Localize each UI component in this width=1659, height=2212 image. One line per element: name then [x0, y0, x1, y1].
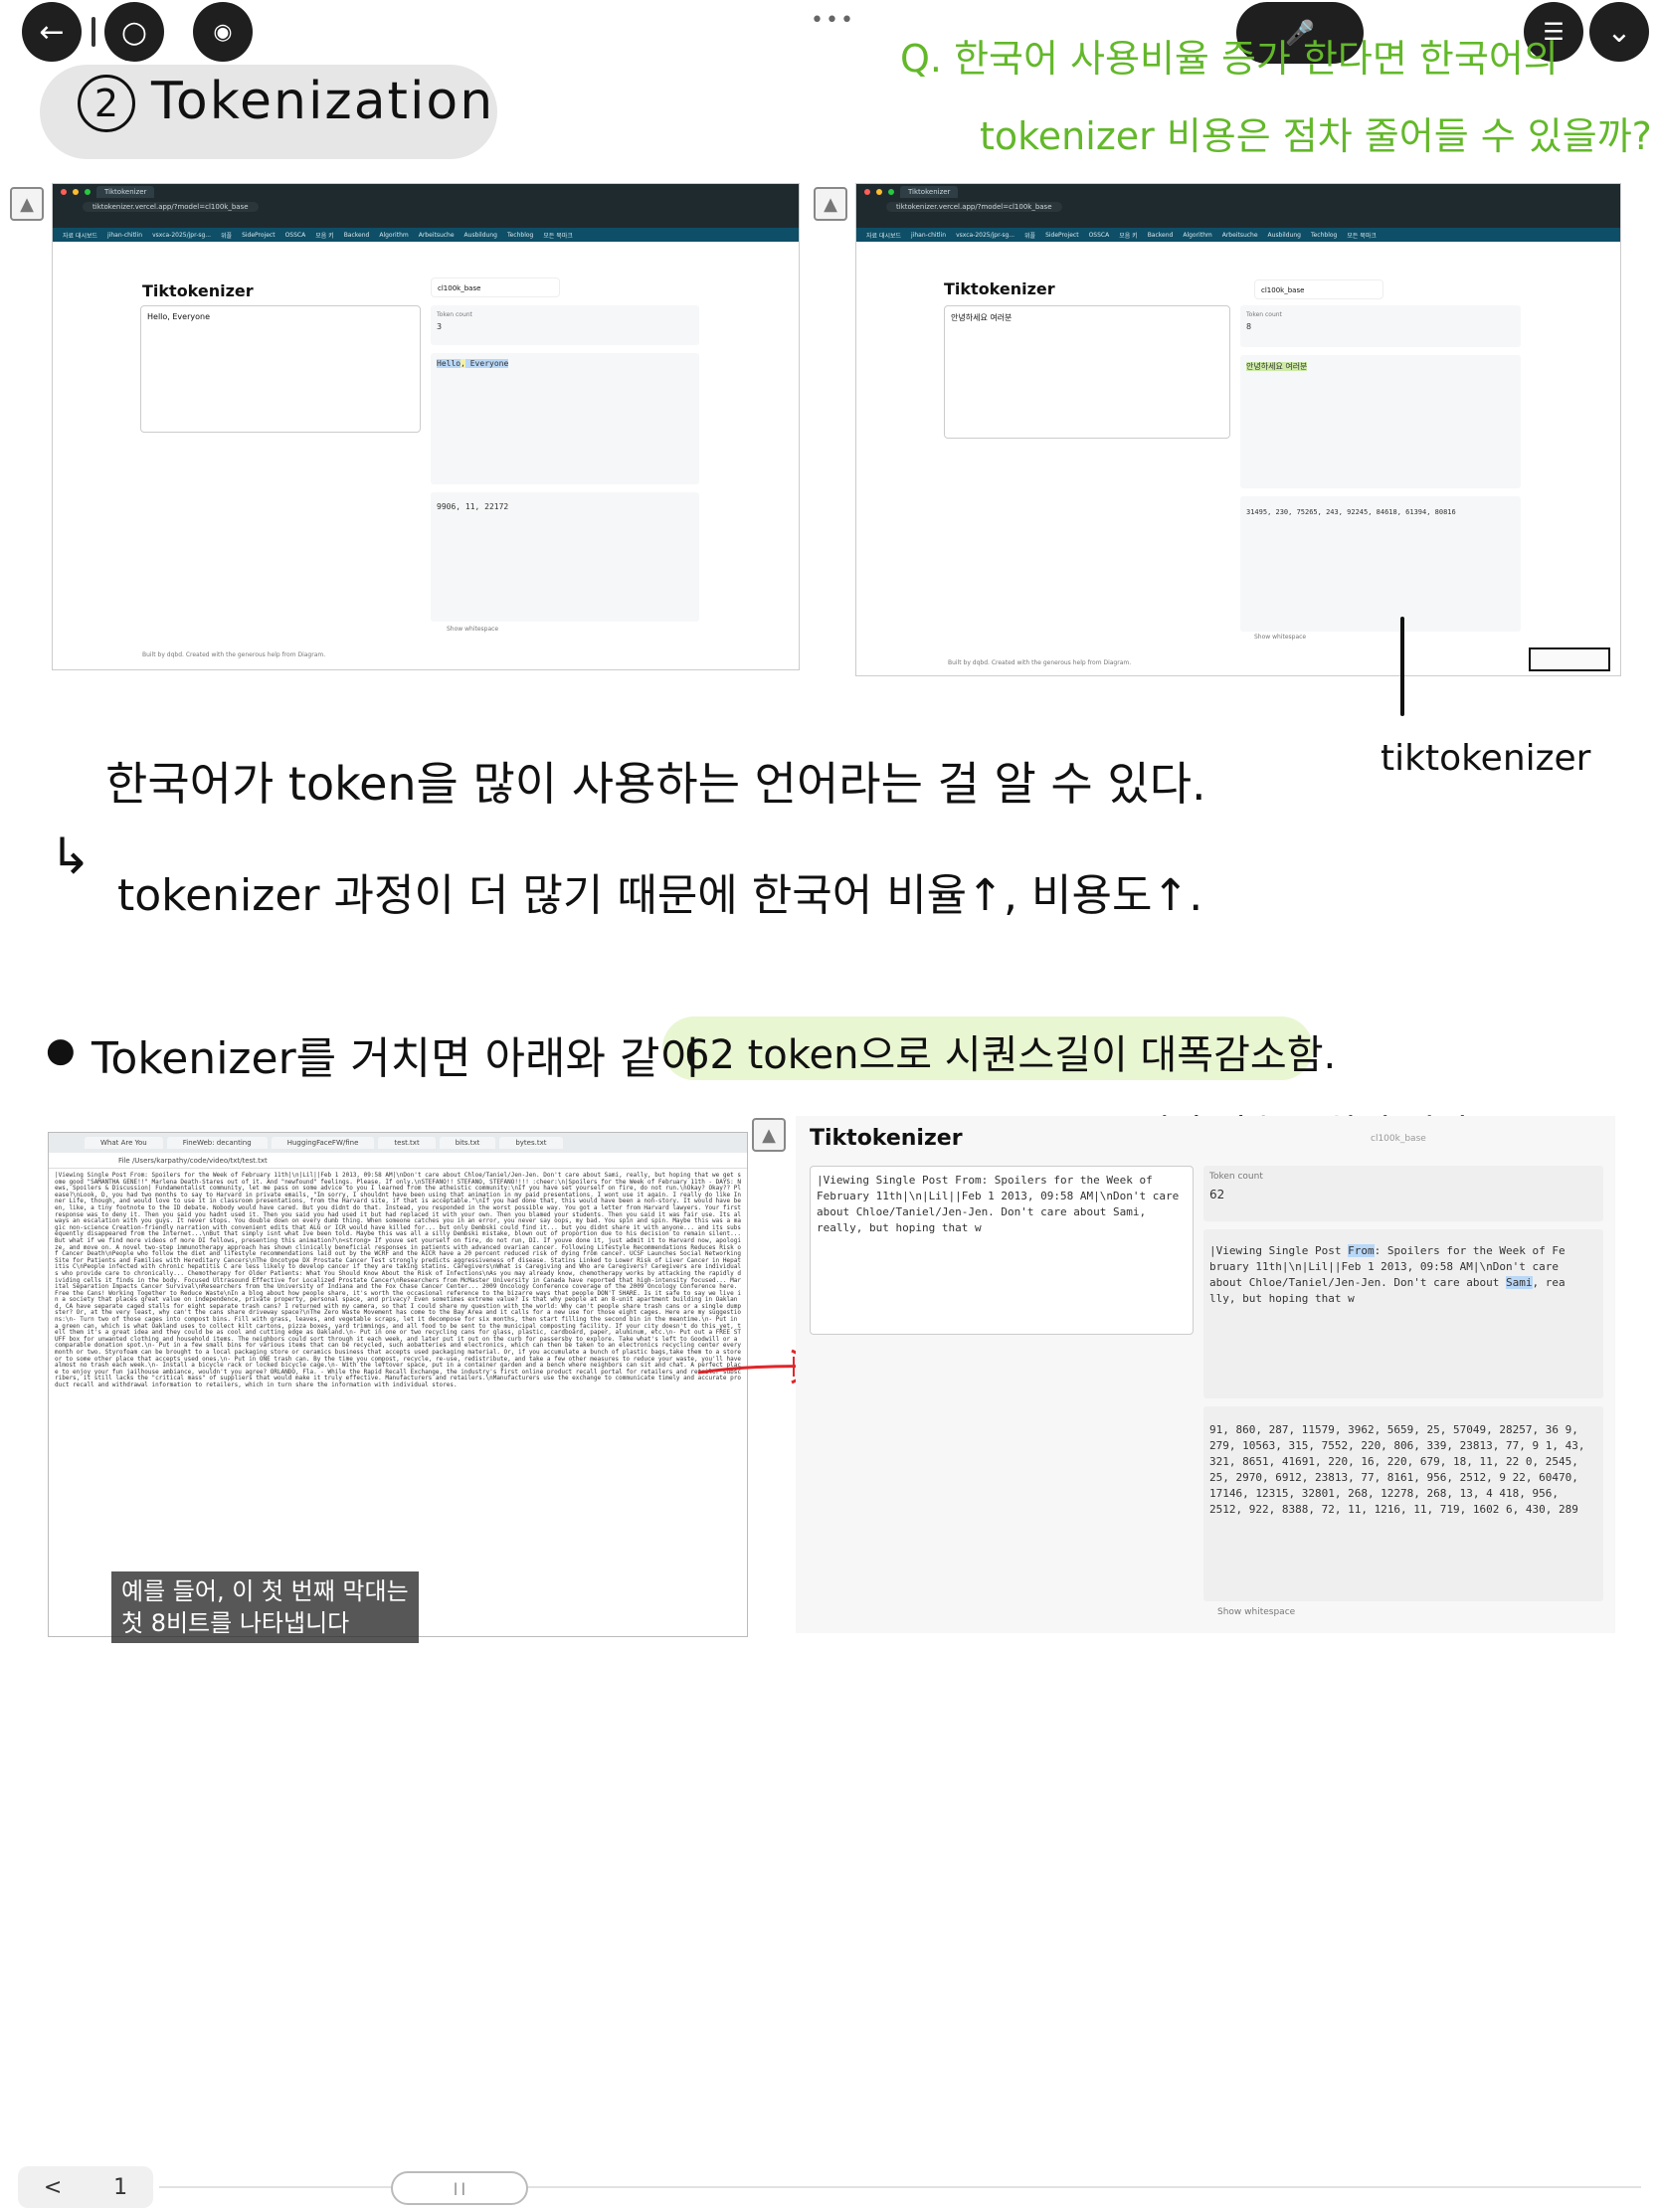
observation-note: 한국어가 token을 많이 사용하는 언어라는 걸 알 수 있다.: [105, 757, 1206, 811]
token-count-label: Token count: [1209, 1172, 1263, 1182]
more-dots-icon[interactable]: •••: [811, 8, 855, 33]
token-visualization: |Viewing Single Post From: Spoilers for …: [1203, 1229, 1603, 1398]
collapse-button[interactable]: ⌄: [1589, 2, 1649, 62]
input-textarea: Hello, Everyone: [140, 305, 421, 433]
token-count-panel: Token count 62: [1203, 1166, 1603, 1221]
file-url: File /Users/karpathy/code/video/txt/test…: [49, 1153, 747, 1169]
footer-credit: Built by dqbd. Created with the generous…: [948, 659, 1132, 666]
file-text: |Viewing Single Post From: Spoilers for …: [55, 1172, 741, 1388]
question-line-2: tokenizer 비용은 점차 줄어들 수 있을까?: [980, 114, 1652, 158]
tiktokenizer-label: tiktokenizer: [1381, 738, 1591, 779]
show-whitespace-toggle: Show whitespace: [1217, 1607, 1296, 1617]
circle-icon: ○: [120, 14, 148, 50]
chevron-down-icon: ⌄: [1606, 14, 1632, 50]
text-file-screenshot: What Are You FineWeb: decanting HuggingFac…: [48, 1132, 748, 1637]
consequence-note: tokenizer 과정이 더 많기 때문에 한국어 비율↑, 비용도↑.: [117, 870, 1203, 921]
token-ids-panel: 9906, 11, 22172: [431, 492, 699, 622]
url-bar: tiktokenizer.vercel.app/?model=cl100k_ba…: [886, 202, 1062, 212]
page-scroll-thumb[interactable]: | |: [391, 2171, 528, 2205]
footer-credit: Built by dqbd. Created with the generous…: [142, 651, 326, 658]
token-count-value: 62: [1209, 1188, 1225, 1201]
token-ids-panel: 31495, 230, 75265, 243, 92245, 84618, 61…: [1240, 496, 1521, 632]
bookmarks-bar: 자료 대시보드 jihan-chitlin vsxca-2025/jpr-sg...…: [53, 228, 799, 242]
token-count-panel: Token count 8: [1240, 305, 1521, 347]
model-select: cl100k_base: [431, 277, 560, 297]
section-title: Tokenization: [151, 72, 495, 131]
back-arrow-icon: ←: [39, 14, 65, 50]
video-caption: 예를 들어, 이 첫 번째 막대는 첫 8비트를 나타냅니다: [111, 1571, 419, 1643]
eye-icon: ◉: [213, 19, 233, 45]
browser-chrome: Tiktokenizer tiktokenizer.vercel.app/?mo…: [856, 184, 1620, 228]
view-mode-button[interactable]: ◉: [193, 2, 253, 62]
page-number: 1: [113, 2174, 128, 2200]
bookmarks-bar: 자료 대시보드 jihan-chitlin vsxca-2025/jpr-sg...…: [856, 228, 1620, 242]
token-visualization: 안녕하세요 여러분: [1240, 355, 1521, 488]
token-count-label: Token count: [437, 311, 472, 318]
url-bar: tiktokenizer.vercel.app/?model=cl100k_ba…: [83, 202, 259, 212]
question-line-1: Q. 한국어 사용비율 증가 한다면 한국어의: [900, 37, 1559, 81]
input-textarea: 안녕하세요 여러분: [944, 305, 1230, 439]
thumbnail-overlay: [1529, 647, 1610, 671]
app-title: Tiktokenizer: [142, 281, 254, 300]
token-ids-panel: 91, 860, 287, 11579, 3962, 5659, 25, 570…: [1203, 1406, 1603, 1601]
image-placeholder-icon: ▲: [10, 187, 44, 221]
model-select: cl100k_base: [1254, 279, 1383, 299]
token-count-label: Token count: [1246, 311, 1282, 318]
browser-tab: Tiktokenizer: [900, 186, 959, 198]
app-title: Tiktokenizer: [944, 279, 1055, 298]
show-whitespace-toggle: Show whitespace: [1254, 634, 1307, 641]
token-visualization: Hello, Everyone: [431, 353, 699, 484]
token-count-value: 8: [1246, 322, 1252, 331]
circle-tool-button[interactable]: ○: [104, 2, 164, 62]
token-count-panel: Token count 3: [431, 305, 699, 345]
curved-arrow-icon: ↳: [50, 828, 92, 885]
tiktokenizer-screenshot-korean: Tiktokenizer tiktokenizer.vercel.app/?mo…: [855, 183, 1621, 676]
prev-page-icon[interactable]: <: [44, 2175, 62, 2200]
bullet-dot-icon: ●: [46, 1030, 76, 1070]
page-navigator[interactable]: < 1: [18, 2166, 153, 2208]
image-placeholder-icon: ▲: [752, 1118, 786, 1152]
app-title: Tiktokenizer: [810, 1126, 963, 1151]
back-button[interactable]: ←: [22, 2, 82, 62]
tiktokenizer-screenshot-long-text: Tiktokenizer cl100k_base |Viewing Single…: [796, 1116, 1615, 1633]
page-scroll-track[interactable]: [159, 2186, 1641, 2188]
image-placeholder-icon: ▲: [814, 187, 847, 221]
model-select: cl100k_base: [1371, 1134, 1426, 1144]
bullet-note-highlighted: 62 token으로 시퀀스길이 대폭감소함.: [684, 1032, 1337, 1078]
token-count-value: 3: [437, 322, 443, 331]
toolbar-divider: [92, 17, 95, 47]
browser-chrome: Tiktokenizer tiktokenizer.vercel.app/?mo…: [53, 184, 799, 228]
input-textarea: |Viewing Single Post From: Spoilers for …: [810, 1166, 1194, 1335]
browser-tab: Tiktokenizer: [96, 186, 155, 198]
section-number: 2: [78, 75, 135, 132]
pointer-line: [1400, 617, 1404, 716]
bullet-note: Tokenizer를 거치면 아래와 같이: [92, 1033, 700, 1084]
tiktokenizer-screenshot-english: Tiktokenizer tiktokenizer.vercel.app/?mo…: [52, 183, 800, 670]
show-whitespace-toggle: Show whitespace: [447, 626, 499, 633]
browser-tabs: What Are You FineWeb: decanting HuggingFac…: [49, 1133, 747, 1153]
